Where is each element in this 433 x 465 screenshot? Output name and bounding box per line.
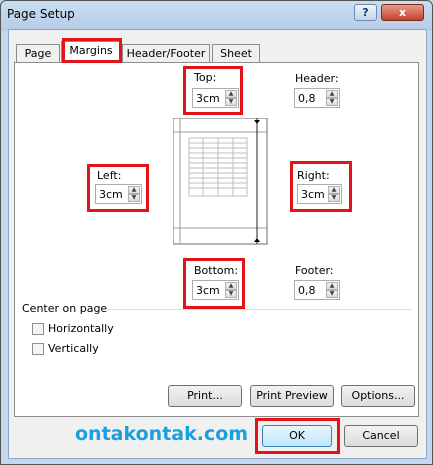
spin-down-icon[interactable]: ▼ bbox=[326, 290, 338, 298]
vertically-checkbox[interactable] bbox=[32, 343, 44, 355]
tab-page-label: Page bbox=[24, 47, 52, 60]
highlight-bottom-margin bbox=[183, 258, 245, 309]
title-bar: Page Setup ? x bbox=[1, 1, 432, 27]
spin-down-icon[interactable]: ▼ bbox=[326, 98, 338, 106]
vertically-label: Vertically bbox=[48, 342, 99, 355]
horizontally-checkbox[interactable] bbox=[32, 323, 44, 335]
spin-up-icon[interactable]: ▲ bbox=[326, 282, 338, 290]
options-button[interactable]: Options... bbox=[341, 385, 415, 407]
print-preview-button-label: Print Preview bbox=[256, 389, 328, 402]
print-preview-button[interactable]: Print Preview bbox=[250, 385, 334, 407]
center-on-page-label: Center on page bbox=[22, 302, 108, 315]
tab-header-footer-label: Header/Footer bbox=[126, 47, 206, 60]
spin-up-icon[interactable]: ▲ bbox=[326, 90, 338, 98]
footer-margin-label: Footer: bbox=[295, 264, 334, 277]
help-button[interactable]: ? bbox=[354, 4, 377, 21]
options-button-label: Options... bbox=[351, 389, 405, 402]
cancel-button-label: Cancel bbox=[362, 429, 400, 442]
close-button[interactable]: x bbox=[381, 4, 424, 21]
highlight-tab-margins bbox=[62, 38, 122, 63]
page-preview bbox=[173, 118, 268, 245]
watermark-text: ontakontak.com bbox=[75, 423, 249, 445]
page-setup-dialog: Page Setup ? x Page Margins Header/Foote… bbox=[0, 0, 433, 465]
horizontally-label: Horizontally bbox=[48, 322, 114, 335]
tab-header-footer[interactable]: Header/Footer bbox=[122, 44, 210, 63]
center-on-page-divider bbox=[107, 309, 412, 310]
header-margin-spinner[interactable]: 0,8 ▲ ▼ bbox=[294, 88, 340, 108]
print-button-label: Print... bbox=[187, 389, 223, 402]
print-button[interactable]: Print... bbox=[168, 385, 242, 407]
highlight-right-margin bbox=[290, 161, 352, 212]
tab-page[interactable]: Page bbox=[16, 44, 60, 63]
footer-margin-spinner[interactable]: 0,8 ▲ ▼ bbox=[294, 280, 340, 300]
tab-sheet[interactable]: Sheet bbox=[212, 44, 260, 63]
highlight-left-margin bbox=[87, 164, 149, 212]
header-margin-label: Header: bbox=[295, 72, 339, 85]
margins-panel: Top: 3cm ▲ ▼ Header: 0,8 ▲ ▼ Left: 3cm ▲… bbox=[14, 62, 419, 417]
tab-sheet-label: Sheet bbox=[220, 47, 252, 60]
cancel-button[interactable]: Cancel bbox=[344, 425, 418, 447]
dialog-title: Page Setup bbox=[7, 7, 75, 21]
footer-margin-value: 0,8 bbox=[298, 284, 316, 297]
dialog-client-area: Page Margins Header/Footer Sheet Top: 3c… bbox=[8, 29, 427, 459]
header-margin-value: 0,8 bbox=[298, 92, 316, 105]
highlight-ok-button bbox=[255, 418, 340, 454]
highlight-top-margin bbox=[183, 66, 243, 115]
